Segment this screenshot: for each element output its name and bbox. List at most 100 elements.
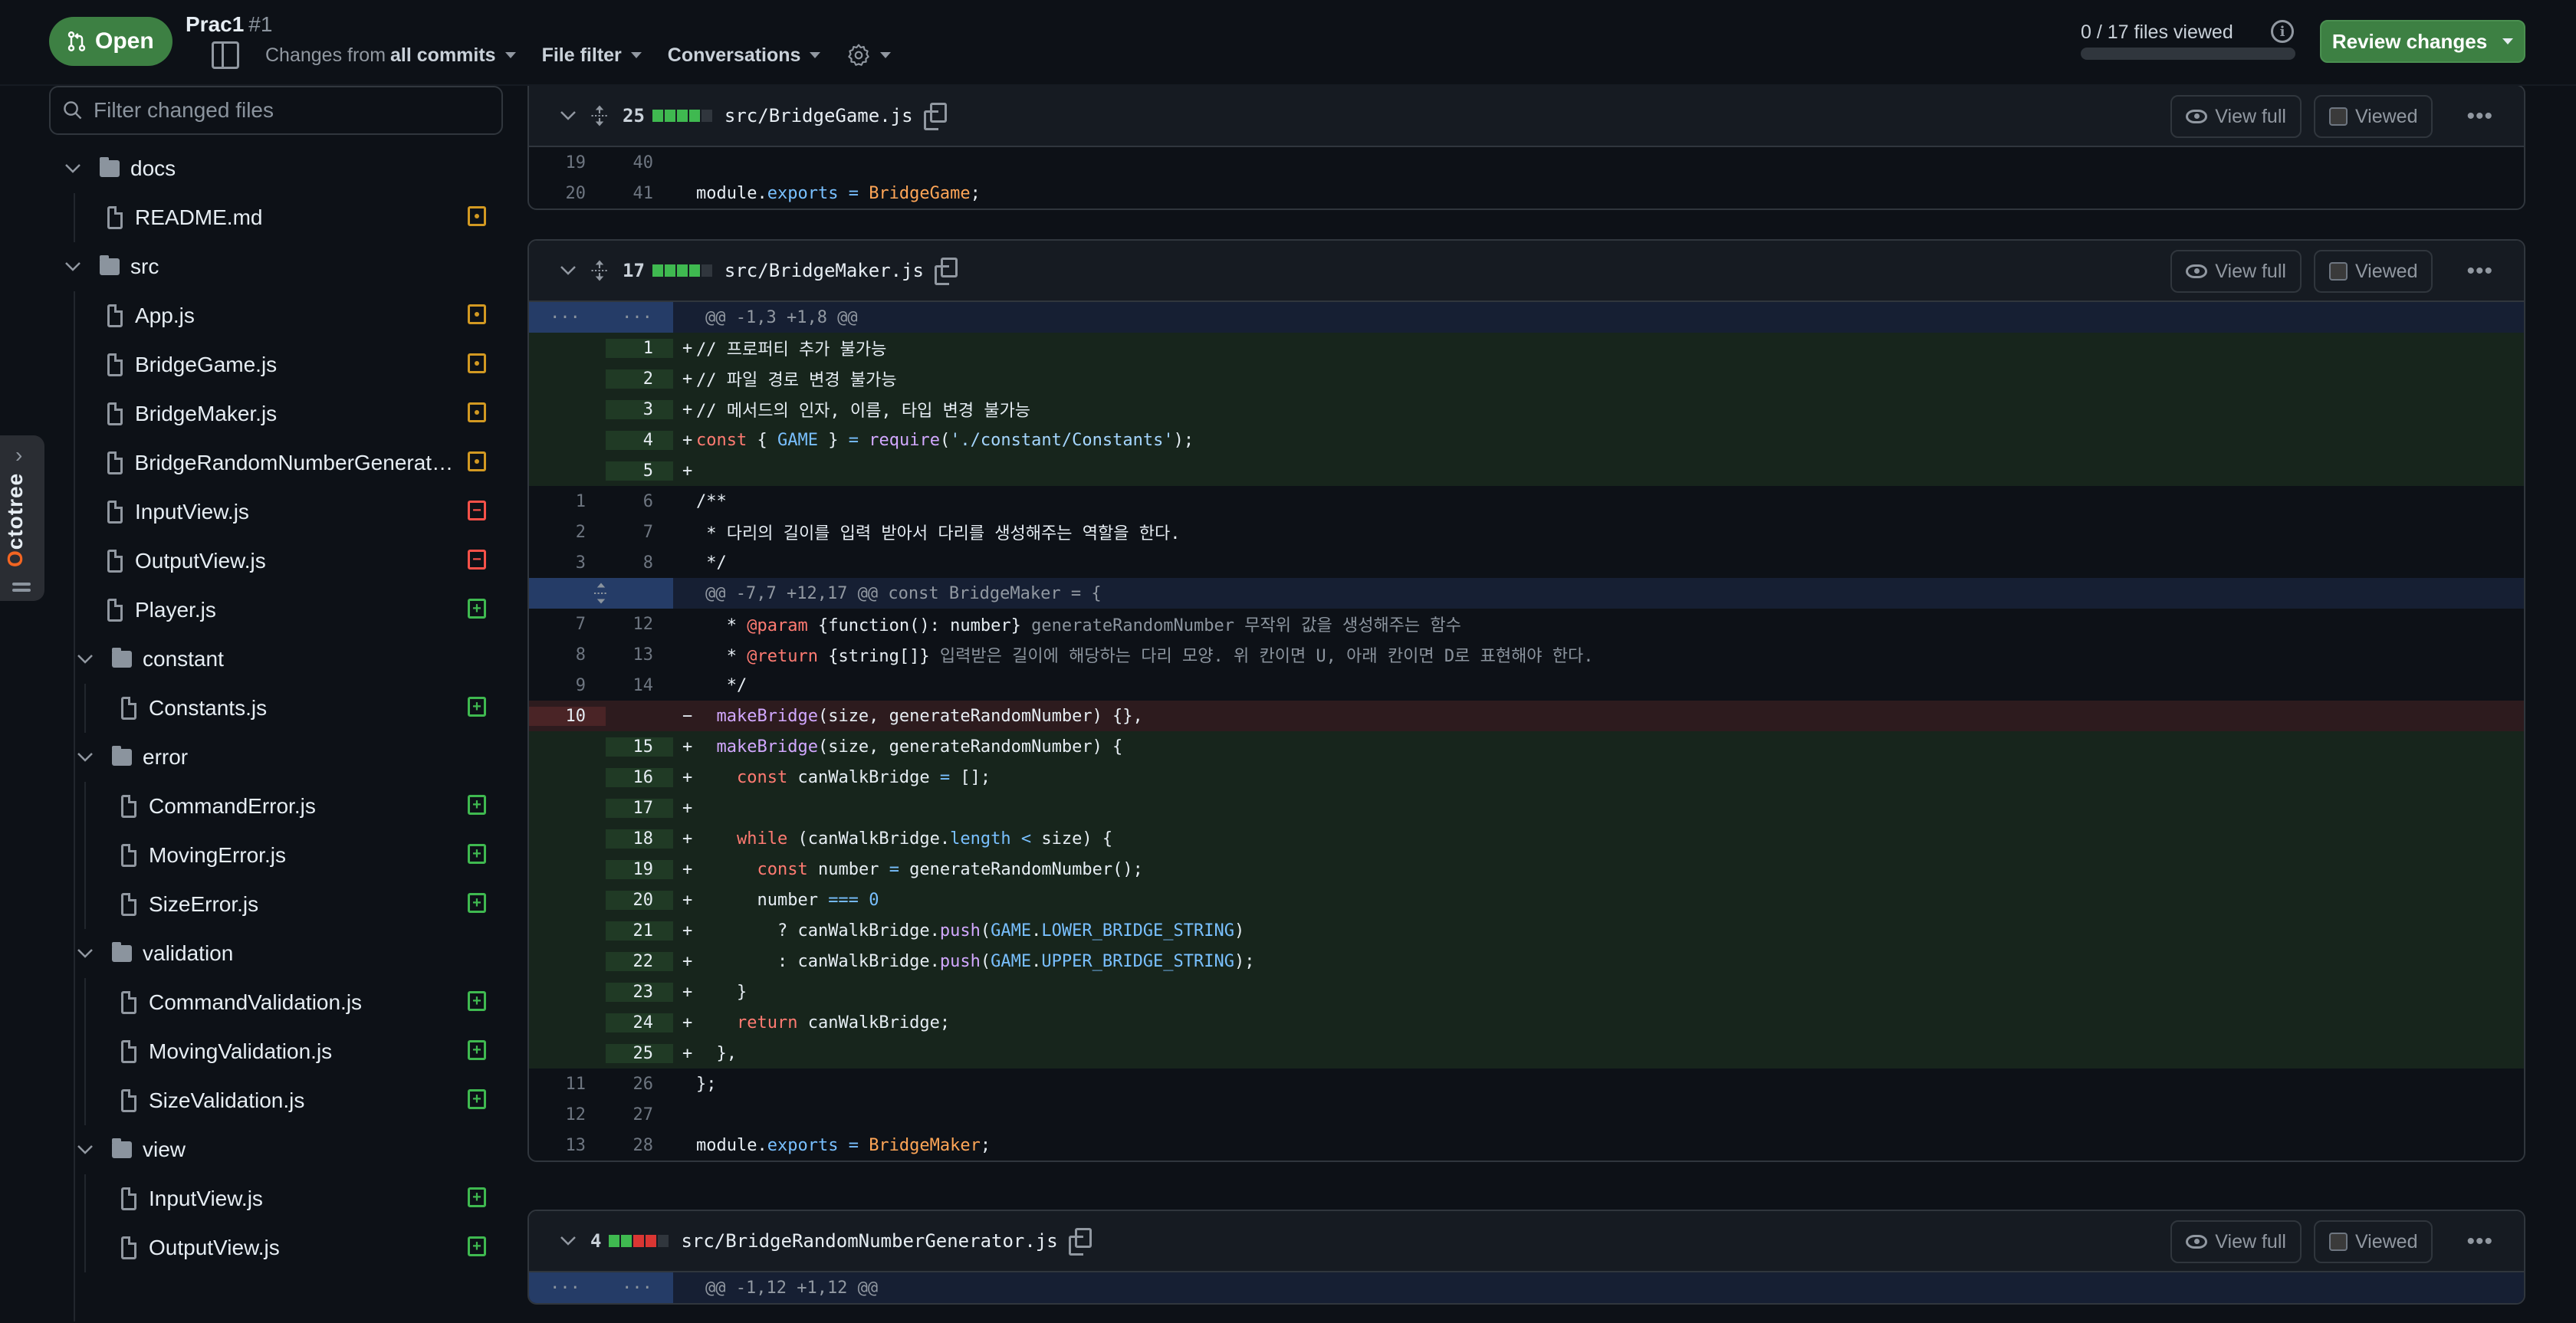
viewed-checkbox-button[interactable]: Viewed xyxy=(2313,250,2433,293)
settings-dropdown[interactable] xyxy=(846,43,892,67)
kebab-menu-icon[interactable]: ••• xyxy=(2457,103,2502,130)
chevron-down-icon[interactable] xyxy=(75,649,95,669)
tree-folder[interactable]: error xyxy=(75,733,460,782)
viewed-checkbox-button[interactable]: Viewed xyxy=(2313,1220,2433,1263)
expand-dots-icon[interactable]: ··· xyxy=(622,308,652,327)
chevron-down-icon[interactable] xyxy=(75,944,95,964)
old-line-number[interactable]: 1 xyxy=(529,492,606,511)
new-line-number[interactable]: 22 xyxy=(606,951,673,971)
new-line-number[interactable]: 7 xyxy=(606,523,673,542)
expand-dots-icon[interactable]: ··· xyxy=(550,308,580,327)
filter-files-box[interactable] xyxy=(49,86,503,135)
hunk-gutter[interactable] xyxy=(529,578,673,609)
review-changes-button[interactable]: Review changes xyxy=(2320,20,2525,63)
old-line-number[interactable]: 10 xyxy=(529,706,606,726)
viewed-checkbox[interactable] xyxy=(2328,1233,2348,1251)
drag-handle-icon[interactable] xyxy=(12,583,31,595)
sidebar-toggle-icon[interactable] xyxy=(212,41,239,69)
expand-dots-icon[interactable]: ··· xyxy=(550,1279,580,1298)
new-line-number[interactable]: 25 xyxy=(606,1043,673,1063)
view-full-button[interactable]: View full xyxy=(2170,250,2302,293)
expand-hunk-icon[interactable] xyxy=(592,582,610,605)
old-line-number[interactable]: 13 xyxy=(529,1136,606,1155)
tree-file[interactable]: CommandError.js xyxy=(121,782,460,831)
copy-icon[interactable] xyxy=(935,258,958,285)
new-line-number[interactable]: 24 xyxy=(606,1013,673,1032)
new-line-number[interactable]: 4 xyxy=(606,430,673,450)
tree-file[interactable]: README.md xyxy=(107,193,460,242)
viewed-checkbox-button[interactable]: Viewed xyxy=(2313,95,2433,138)
new-line-number[interactable]: 12 xyxy=(606,615,673,634)
new-line-number[interactable]: 3 xyxy=(606,399,673,419)
new-line-number[interactable]: 27 xyxy=(606,1105,673,1124)
old-line-number[interactable]: 19 xyxy=(529,153,606,172)
tree-file[interactable]: OutputView.js xyxy=(121,1223,460,1272)
tree-folder[interactable]: view xyxy=(75,1125,460,1174)
file-path[interactable]: src/BridgeRandomNumberGenerator.js xyxy=(681,1230,1057,1252)
new-line-number[interactable]: 5 xyxy=(606,461,673,481)
collapse-chevron-icon[interactable] xyxy=(560,1230,577,1252)
hunk-gutter[interactable]: ··· ··· xyxy=(529,1272,673,1303)
new-line-number[interactable]: 2 xyxy=(606,369,673,389)
tree-file[interactable]: InputView.js xyxy=(121,1174,460,1223)
tree-file[interactable]: App.js xyxy=(107,291,460,340)
collapse-chevron-icon[interactable] xyxy=(560,105,577,126)
tree-file[interactable]: BridgeMaker.js xyxy=(107,389,460,438)
tree-file[interactable]: OutputView.js xyxy=(107,537,460,586)
old-line-number[interactable]: 8 xyxy=(529,645,606,665)
new-line-number[interactable]: 14 xyxy=(606,676,673,695)
old-line-number[interactable]: 9 xyxy=(529,676,606,695)
new-line-number[interactable]: 26 xyxy=(606,1075,673,1094)
conversations-dropdown[interactable]: Conversations xyxy=(668,44,821,67)
new-line-number[interactable]: 13 xyxy=(606,645,673,665)
expand-all-icon[interactable] xyxy=(590,259,609,282)
old-line-number[interactable]: 12 xyxy=(529,1105,606,1124)
new-line-number[interactable]: 28 xyxy=(606,1136,673,1155)
new-line-number[interactable]: 15 xyxy=(606,737,673,757)
chevron-down-icon[interactable] xyxy=(63,159,83,179)
tree-file[interactable]: SizeError.js xyxy=(121,880,460,929)
info-icon[interactable]: i xyxy=(2271,20,2294,43)
filter-files-input[interactable] xyxy=(94,98,492,123)
tree-file[interactable]: CommandValidation.js xyxy=(121,978,460,1027)
tree-folder[interactable]: constant xyxy=(75,635,460,684)
new-line-number[interactable]: 8 xyxy=(606,553,673,573)
new-line-number[interactable]: 6 xyxy=(606,492,673,511)
tree-folder[interactable]: docs xyxy=(63,144,460,193)
new-line-number[interactable]: 41 xyxy=(606,184,673,203)
chevron-down-icon[interactable] xyxy=(75,1140,95,1160)
chevron-down-icon[interactable] xyxy=(75,747,95,767)
new-line-number[interactable]: 21 xyxy=(606,921,673,941)
tree-file[interactable]: SizeValidation.js xyxy=(121,1076,460,1125)
file-path[interactable]: src/BridgeMaker.js xyxy=(724,260,924,281)
new-line-number[interactable]: 20 xyxy=(606,890,673,910)
old-line-number[interactable]: 7 xyxy=(529,615,606,634)
copy-icon[interactable] xyxy=(923,103,947,130)
chevron-down-icon[interactable] xyxy=(63,257,83,277)
tree-folder[interactable]: src xyxy=(63,242,460,291)
tree-file[interactable]: Player.js xyxy=(107,586,460,635)
tree-file[interactable]: InputView.js xyxy=(107,488,460,537)
new-line-number[interactable]: 40 xyxy=(606,153,673,172)
old-line-number[interactable]: 2 xyxy=(529,523,606,542)
changes-from-dropdown[interactable]: Changes from all commits xyxy=(265,44,516,67)
new-line-number[interactable]: 19 xyxy=(606,859,673,879)
file-path[interactable]: src/BridgeGame.js xyxy=(724,105,913,126)
new-line-number[interactable]: 1 xyxy=(606,338,673,358)
view-full-button[interactable]: View full xyxy=(2170,1220,2302,1263)
new-line-number[interactable]: 17 xyxy=(606,798,673,818)
old-line-number[interactable]: 20 xyxy=(529,184,606,203)
expand-dots-icon[interactable]: ··· xyxy=(622,1279,652,1298)
copy-icon[interactable] xyxy=(1068,1228,1092,1256)
tree-file[interactable]: Constants.js xyxy=(121,684,460,733)
pr-title[interactable]: Prac1 #1 xyxy=(186,12,272,37)
tree-file[interactable]: BridgeRandomNumberGenerator.js xyxy=(107,438,460,488)
view-full-button[interactable]: View full xyxy=(2170,95,2302,138)
old-line-number[interactable]: 11 xyxy=(529,1075,606,1094)
expand-all-icon[interactable] xyxy=(590,104,609,127)
new-line-number[interactable]: 23 xyxy=(606,982,673,1002)
kebab-menu-icon[interactable]: ••• xyxy=(2457,258,2502,284)
new-line-number[interactable]: 16 xyxy=(606,767,673,787)
tree-file[interactable]: MovingValidation.js xyxy=(121,1027,460,1076)
tree-file[interactable]: MovingError.js xyxy=(121,831,460,880)
